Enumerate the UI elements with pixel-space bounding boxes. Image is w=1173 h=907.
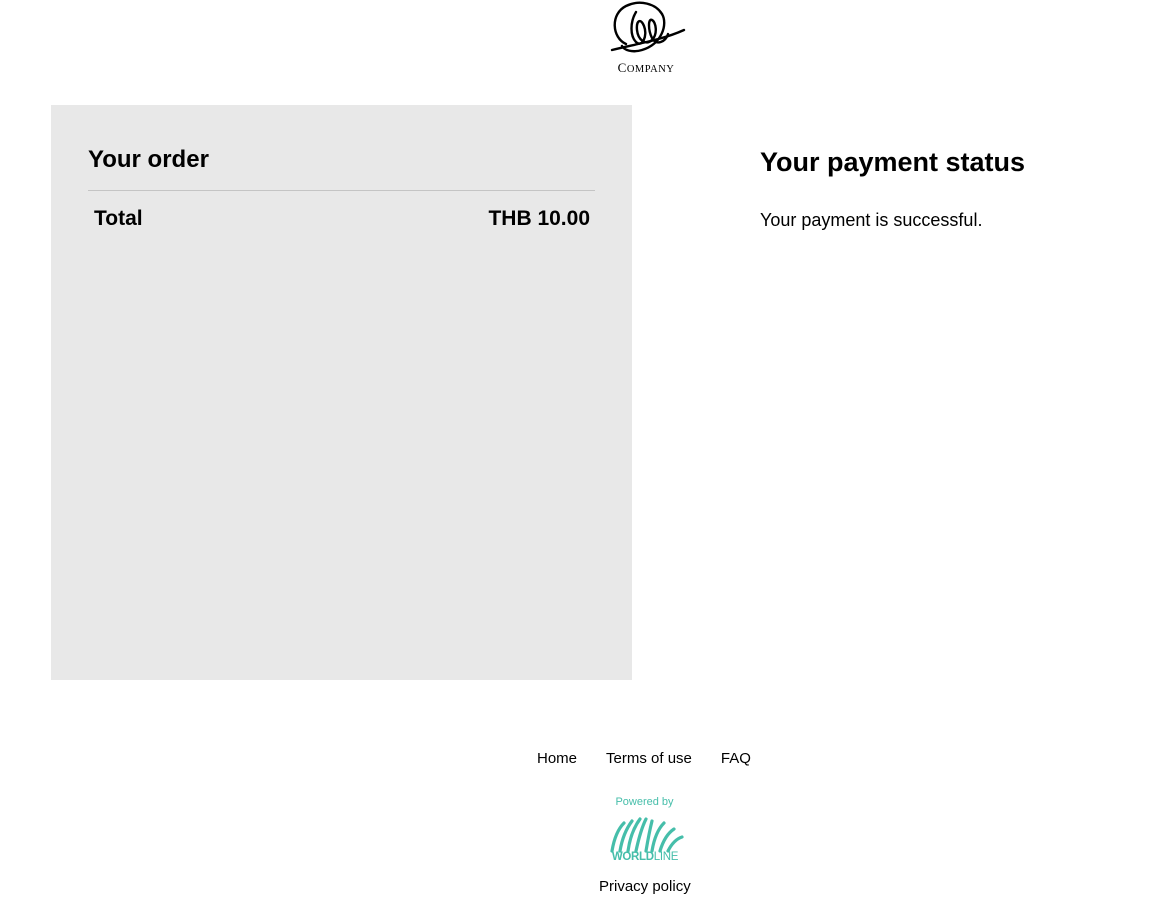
payment-result-page: COMPANY Your order Total THB 10.00 Your … [0,0,1173,907]
company-logo-text: COMPANY [617,60,675,75]
total-value: THB 10.00 [488,207,590,230]
worldline-wordmark-strong: WORLD [611,851,654,863]
company-swirl-icon [610,1,686,53]
worldline-logo: WORLDLINE [606,815,684,869]
worldline-arc-icon [610,817,684,853]
privacy-policy-link[interactable]: Privacy policy [599,877,691,897]
footer-link-terms[interactable]: Terms of use [606,749,692,769]
total-label: Total [94,207,143,230]
worldline-wordmark: WORLDLINE [606,851,684,863]
order-total-row: Total THB 10.00 [94,205,590,233]
order-title: Your order [88,146,209,173]
footer-link-home[interactable]: Home [537,749,577,769]
company-logo: COMPANY [602,0,690,76]
order-summary-panel: Your order Total THB 10.00 [51,105,632,680]
footer-link-faq[interactable]: FAQ [721,749,751,769]
order-divider [88,190,595,191]
payment-status-message: Your payment is successful. [760,210,983,230]
payment-status-title: Your payment status [760,147,1026,177]
powered-by-label: Powered by [615,796,674,808]
worldline-wordmark-light: LINE [653,851,679,863]
footer-nav: Home Terms of use FAQ [537,749,751,769]
